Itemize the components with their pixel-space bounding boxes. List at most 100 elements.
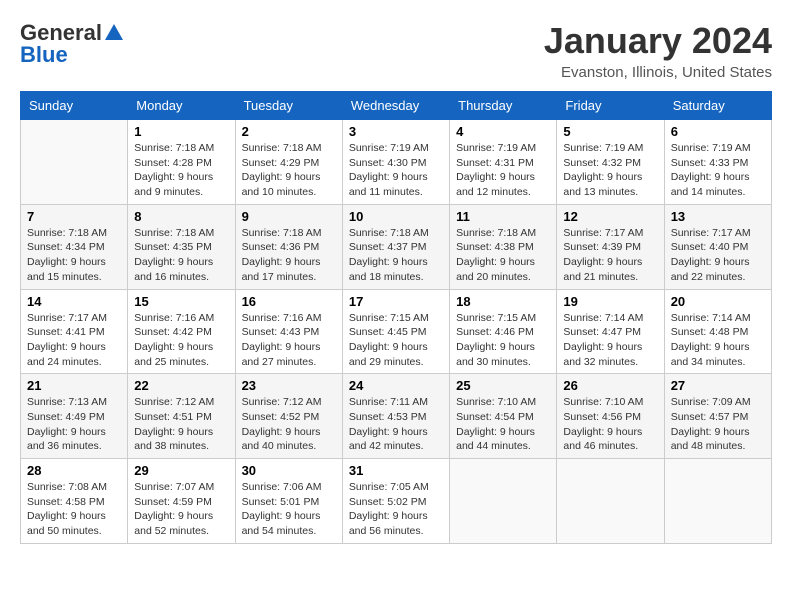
- day-number: 28: [27, 463, 121, 478]
- day-number: 11: [456, 209, 550, 224]
- calendar-cell: 19 Sunrise: 7:14 AMSunset: 4:47 PMDayligh…: [557, 289, 664, 374]
- title-section: January 2024 Evanston, Illinois, United …: [544, 20, 772, 81]
- calendar-cell: 17 Sunrise: 7:15 AMSunset: 4:45 PMDayligh…: [342, 289, 449, 374]
- day-number: 1: [134, 124, 228, 139]
- day-info: Sunrise: 7:17 AMSunset: 4:39 PMDaylight:…: [563, 226, 657, 285]
- calendar-cell: 6 Sunrise: 7:19 AMSunset: 4:33 PMDaylight…: [664, 120, 771, 205]
- day-of-week-header: Sunday: [21, 92, 128, 120]
- day-number: 18: [456, 294, 550, 309]
- calendar-cell: 9Sunrise: 7:18 AMSunset: 4:36 PMDaylight…: [235, 204, 342, 289]
- calendar-cell: 18 Sunrise: 7:15 AMSunset: 4:46 PMDayligh…: [450, 289, 557, 374]
- day-of-week-header: Monday: [128, 92, 235, 120]
- calendar-cell: 21Sunrise: 7:13 AMSunset: 4:49 PMDayligh…: [21, 374, 128, 459]
- calendar-week-row: 1 Sunrise: 7:18 AMSunset: 4:28 PMDaylight…: [21, 120, 772, 205]
- day-number: 3: [349, 124, 443, 139]
- day-info: Sunrise: 7:17 AMSunset: 4:40 PMDaylight:…: [671, 226, 765, 285]
- day-number: 20: [671, 294, 765, 309]
- day-info: Sunrise: 7:18 AMSunset: 4:29 PMDaylight:…: [242, 141, 336, 200]
- day-number: 6: [671, 124, 765, 139]
- calendar-cell: 11 Sunrise: 7:18 AMSunset: 4:38 PMDayligh…: [450, 204, 557, 289]
- calendar-week-row: 14 Sunrise: 7:17 AMSunset: 4:41 PMDayligh…: [21, 289, 772, 374]
- day-info: Sunrise: 7:14 AMSunset: 4:47 PMDaylight:…: [563, 311, 657, 370]
- calendar-cell: 25 Sunrise: 7:10 AMSunset: 4:54 PMDayligh…: [450, 374, 557, 459]
- day-number: 29: [134, 463, 228, 478]
- day-number: 17: [349, 294, 443, 309]
- calendar-cell: 28 Sunrise: 7:08 AMSunset: 4:58 PMDayligh…: [21, 459, 128, 544]
- logo-blue: Blue: [20, 42, 68, 68]
- day-of-week-header: Saturday: [664, 92, 771, 120]
- calendar-cell: 12 Sunrise: 7:17 AMSunset: 4:39 PMDayligh…: [557, 204, 664, 289]
- calendar-cell: [557, 459, 664, 544]
- day-number: 30: [242, 463, 336, 478]
- day-number: 4: [456, 124, 550, 139]
- calendar-cell: 8 Sunrise: 7:18 AMSunset: 4:35 PMDaylight…: [128, 204, 235, 289]
- day-info: Sunrise: 7:18 AMSunset: 4:38 PMDaylight:…: [456, 226, 550, 285]
- calendar-cell: 14 Sunrise: 7:17 AMSunset: 4:41 PMDayligh…: [21, 289, 128, 374]
- calendar-week-row: 28 Sunrise: 7:08 AMSunset: 4:58 PMDayligh…: [21, 459, 772, 544]
- day-number: 5: [563, 124, 657, 139]
- day-info: Sunrise: 7:05 AMSunset: 5:02 PMDaylight:…: [349, 480, 443, 539]
- calendar-cell: [664, 459, 771, 544]
- calendar-cell: 27 Sunrise: 7:09 AMSunset: 4:57 PMDayligh…: [664, 374, 771, 459]
- day-number: 13: [671, 209, 765, 224]
- day-of-week-header: Wednesday: [342, 92, 449, 120]
- page-header: General Blue January 2024 Evanston, Illi…: [20, 20, 772, 81]
- day-info: Sunrise: 7:16 AMSunset: 4:43 PMDaylight:…: [242, 311, 336, 370]
- calendar-cell: 7Sunrise: 7:18 AMSunset: 4:34 PMDaylight…: [21, 204, 128, 289]
- day-number: 2: [242, 124, 336, 139]
- calendar-cell: 26Sunrise: 7:10 AMSunset: 4:56 PMDayligh…: [557, 374, 664, 459]
- day-info: Sunrise: 7:07 AMSunset: 4:59 PMDaylight:…: [134, 480, 228, 539]
- calendar-cell: 20Sunrise: 7:14 AMSunset: 4:48 PMDayligh…: [664, 289, 771, 374]
- calendar-week-row: 21Sunrise: 7:13 AMSunset: 4:49 PMDayligh…: [21, 374, 772, 459]
- day-number: 12: [563, 209, 657, 224]
- day-of-week-header: Friday: [557, 92, 664, 120]
- logo-icon: [103, 22, 125, 44]
- day-number: 14: [27, 294, 121, 309]
- day-number: 31: [349, 463, 443, 478]
- day-number: 23: [242, 378, 336, 393]
- day-number: 21: [27, 378, 121, 393]
- day-number: 24: [349, 378, 443, 393]
- day-number: 10: [349, 209, 443, 224]
- day-of-week-header: Tuesday: [235, 92, 342, 120]
- day-info: Sunrise: 7:09 AMSunset: 4:57 PMDaylight:…: [671, 395, 765, 454]
- calendar-cell: [21, 120, 128, 205]
- calendar-cell: 23 Sunrise: 7:12 AMSunset: 4:52 PMDayligh…: [235, 374, 342, 459]
- day-number: 27: [671, 378, 765, 393]
- day-info: Sunrise: 7:18 AMSunset: 4:35 PMDaylight:…: [134, 226, 228, 285]
- day-info: Sunrise: 7:19 AMSunset: 4:30 PMDaylight:…: [349, 141, 443, 200]
- day-info: Sunrise: 7:15 AMSunset: 4:46 PMDaylight:…: [456, 311, 550, 370]
- month-title: January 2024: [544, 20, 772, 62]
- day-of-week-header: Thursday: [450, 92, 557, 120]
- day-info: Sunrise: 7:19 AMSunset: 4:33 PMDaylight:…: [671, 141, 765, 200]
- day-number: 9: [242, 209, 336, 224]
- location: Evanston, Illinois, United States: [544, 64, 772, 81]
- calendar-cell: 4Sunrise: 7:19 AMSunset: 4:31 PMDaylight…: [450, 120, 557, 205]
- calendar-cell: 1 Sunrise: 7:18 AMSunset: 4:28 PMDaylight…: [128, 120, 235, 205]
- calendar-cell: 5Sunrise: 7:19 AMSunset: 4:32 PMDaylight…: [557, 120, 664, 205]
- calendar-cell: 3 Sunrise: 7:19 AMSunset: 4:30 PMDaylight…: [342, 120, 449, 205]
- day-info: Sunrise: 7:08 AMSunset: 4:58 PMDaylight:…: [27, 480, 121, 539]
- day-number: 8: [134, 209, 228, 224]
- calendar-cell: [450, 459, 557, 544]
- day-number: 22: [134, 378, 228, 393]
- day-info: Sunrise: 7:10 AMSunset: 4:54 PMDaylight:…: [456, 395, 550, 454]
- day-number: 25: [456, 378, 550, 393]
- day-number: 15: [134, 294, 228, 309]
- day-info: Sunrise: 7:10 AMSunset: 4:56 PMDaylight:…: [563, 395, 657, 454]
- day-info: Sunrise: 7:16 AMSunset: 4:42 PMDaylight:…: [134, 311, 228, 370]
- calendar-week-row: 7Sunrise: 7:18 AMSunset: 4:34 PMDaylight…: [21, 204, 772, 289]
- day-number: 19: [563, 294, 657, 309]
- day-number: 16: [242, 294, 336, 309]
- day-number: 7: [27, 209, 121, 224]
- day-info: Sunrise: 7:11 AMSunset: 4:53 PMDaylight:…: [349, 395, 443, 454]
- calendar-cell: 22Sunrise: 7:12 AMSunset: 4:51 PMDayligh…: [128, 374, 235, 459]
- calendar-cell: 16 Sunrise: 7:16 AMSunset: 4:43 PMDayligh…: [235, 289, 342, 374]
- calendar-cell: 15 Sunrise: 7:16 AMSunset: 4:42 PMDayligh…: [128, 289, 235, 374]
- day-info: Sunrise: 7:18 AMSunset: 4:28 PMDaylight:…: [134, 141, 228, 200]
- day-info: Sunrise: 7:15 AMSunset: 4:45 PMDaylight:…: [349, 311, 443, 370]
- day-info: Sunrise: 7:12 AMSunset: 4:52 PMDaylight:…: [242, 395, 336, 454]
- calendar-cell: 24 Sunrise: 7:11 AMSunset: 4:53 PMDayligh…: [342, 374, 449, 459]
- calendar-cell: 2 Sunrise: 7:18 AMSunset: 4:29 PMDaylight…: [235, 120, 342, 205]
- day-info: Sunrise: 7:17 AMSunset: 4:41 PMDaylight:…: [27, 311, 121, 370]
